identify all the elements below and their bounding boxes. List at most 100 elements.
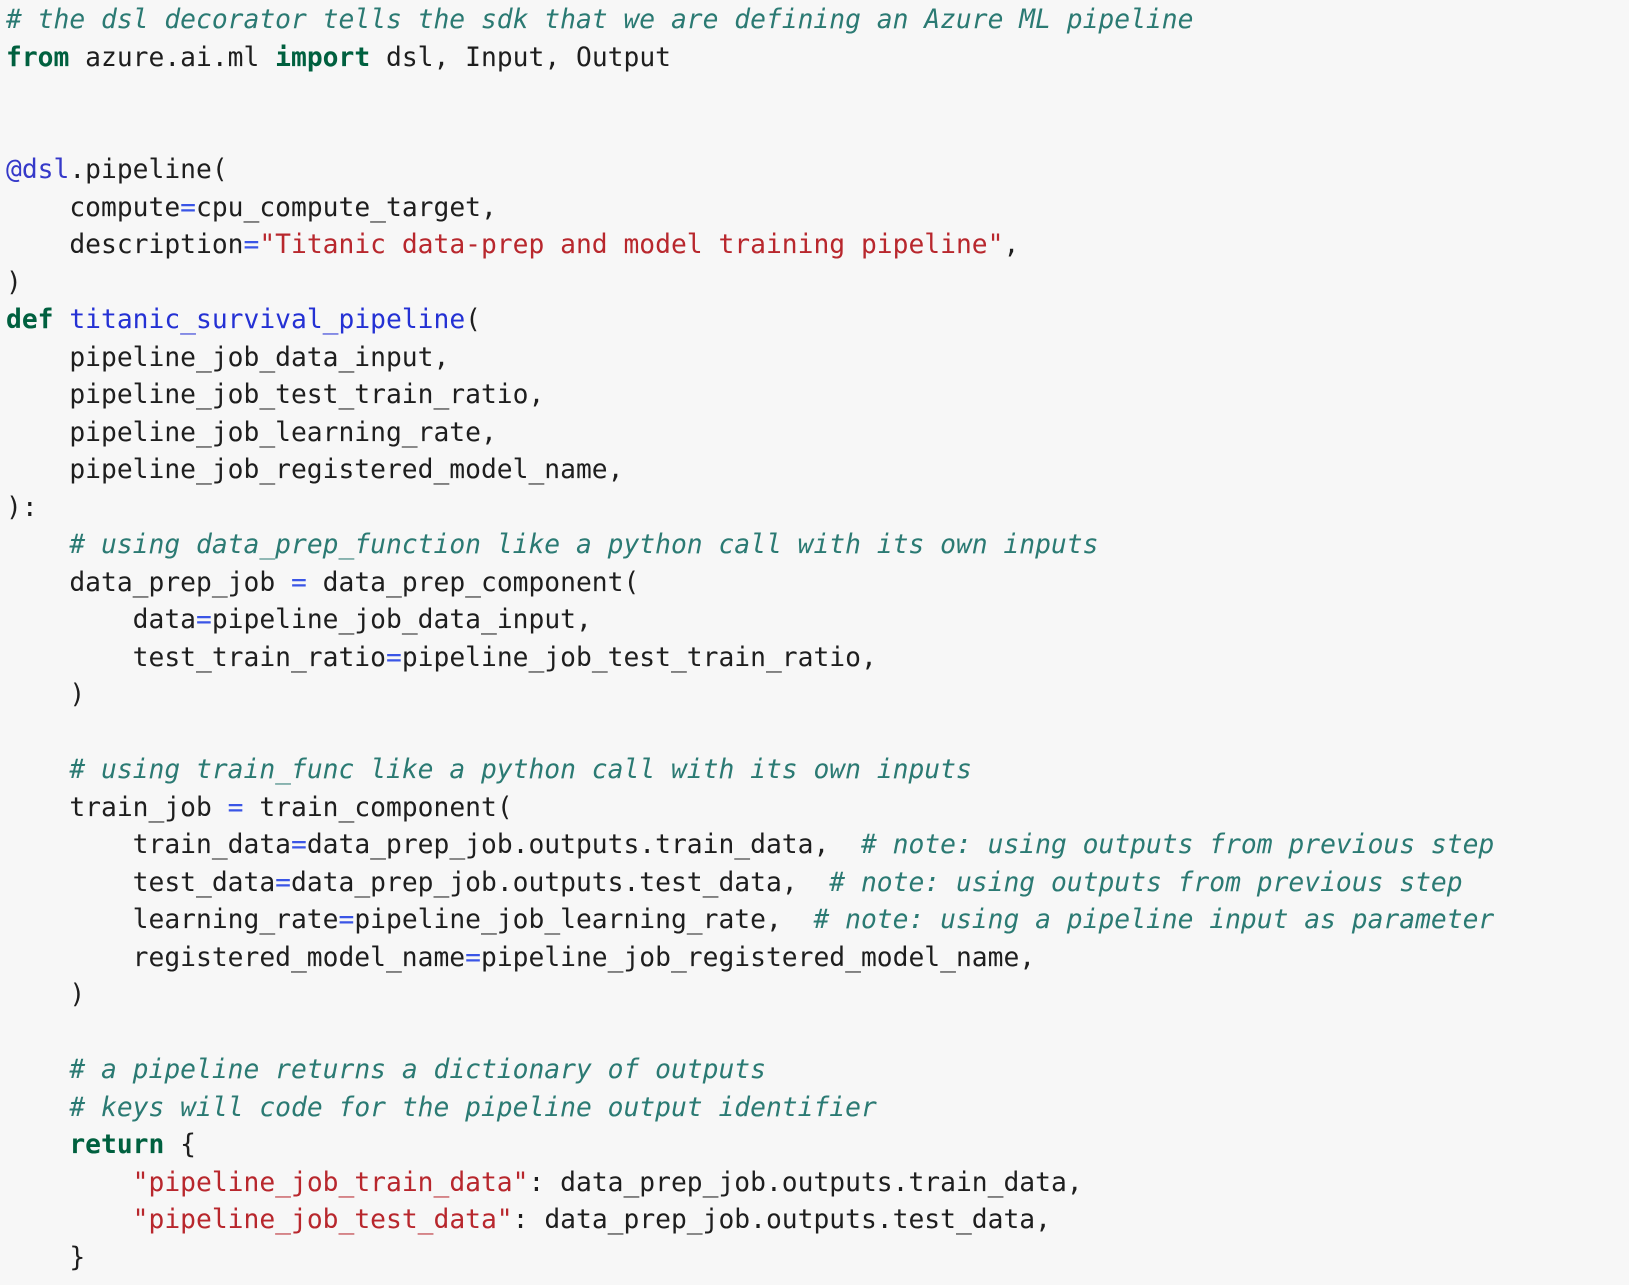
code-string: "pipeline_job_test_data" [132,1205,513,1235]
code-line: @dsl.pipeline( [6,152,1629,190]
code-text: description [6,230,244,260]
code-text: data_prep_job.outputs.train_data, [306,830,861,860]
code-comment: # using data_prep_function like a python… [69,530,1099,560]
code-text: { [164,1130,197,1160]
code-operator: = [196,605,212,635]
code-text: pipeline_job_test_train_ratio, [401,642,877,673]
code-line: "pipeline_job_test_data": data_prep_job.… [6,1202,1629,1240]
code-line: data_prep_job = data_prep_component( [6,565,1629,603]
code-line: pipeline_job_learning_rate, [6,415,1629,453]
code-text: test_data [6,867,276,898]
code-line: from azure.ai.ml import dsl, Input, Outp… [6,40,1629,78]
code-line: # keys will code for the pipeline output… [6,1090,1629,1128]
code-operator: = [338,905,355,935]
code-text: } [6,1242,86,1273]
code-string: "pipeline_job_train_data" [132,1167,529,1198]
code-line: # using data_prep_function like a python… [6,527,1629,565]
code-text: pipeline_job_learning_rate, [354,905,814,935]
code-text: ): [6,492,38,523]
code-line: pipeline_job_registered_model_name, [6,452,1629,490]
code-line: compute=cpu_compute_target, [6,190,1629,228]
code-block: # the dsl decorator tells the sdk that w… [0,0,1629,1277]
code-operator: = [275,867,291,898]
code-line: ) [6,977,1629,1015]
code-text: .pipeline( [69,155,228,185]
code-text: cpu_compute_target, [196,192,497,223]
code-text: dsl, Input, Output [370,42,671,73]
code-line: # a pipeline returns a dictionary of out… [6,1052,1629,1090]
code-line: return { [6,1127,1629,1165]
code-text: data_prep_job [6,567,291,598]
code-line: train_job = train_component( [6,790,1629,828]
code-function-name: titanic_survival_pipeline [69,305,466,335]
code-line: } [6,1240,1629,1278]
code-text: , [1003,230,1020,260]
code-line: train_data=data_prep_job.outputs.train_d… [6,827,1629,865]
code-line: ) [6,677,1629,715]
code-editor: # the dsl decorator tells the sdk that w… [0,0,1629,1285]
code-text: data_prep_job.outputs.test_data, [291,867,830,898]
code-operator: = [385,642,402,673]
code-text: data_prep_component( [306,567,640,598]
code-line: # using train_func like a python call wi… [6,752,1629,790]
code-text: pipeline_job_registered_model_name, [480,942,1036,973]
code-line: ): [6,490,1629,528]
code-comment: # keys will code for the pipeline output… [69,1092,877,1123]
code-operator: = [243,230,260,260]
code-text: ) [6,267,22,298]
code-text: test_train_ratio [6,642,386,673]
code-line: pipeline_job_test_train_ratio, [6,377,1629,415]
code-keyword: def [6,305,54,335]
code-line: learning_rate=pipeline_job_learning_rate… [6,902,1629,940]
code-line: pipeline_job_data_input, [6,340,1629,378]
code-text: ( [465,305,481,335]
code-text: pipeline_job_data_input, [6,342,450,373]
code-text: train_job [6,792,228,823]
code-text: pipeline_job_data_input, [211,605,592,635]
code-text: ) [6,680,86,710]
code-text: learning_rate [6,905,339,935]
code-line: test_train_ratio=pipeline_job_test_train… [6,640,1629,678]
code-text: pipeline_job_registered_model_name, [6,455,624,485]
code-line: description="Titanic data-prep and model… [6,227,1629,265]
code-comment: # note: using a pipeline input as parame… [813,905,1495,935]
code-keyword: return [69,1130,165,1160]
code-text: ) [6,980,86,1010]
code-line: def titanic_survival_pipeline( [6,302,1629,340]
code-keyword: from [6,42,70,73]
code-comment: # a pipeline returns a dictionary of out… [69,1055,766,1085]
code-text: pipeline_job_test_train_ratio, [6,380,545,410]
code-operator: = [180,192,196,223]
code-operator: = [227,792,244,823]
code-line: "pipeline_job_train_data": data_prep_job… [6,1165,1629,1203]
code-keyword: import [275,42,371,73]
code-decorator: @dsl [6,155,70,185]
code-text: : data_prep_job.outputs.test_data, [512,1205,1051,1235]
code-line: data=pipeline_job_data_input, [6,602,1629,640]
code-text: compute [6,192,181,223]
code-comment: # the dsl decorator tells the sdk that w… [6,5,1194,35]
code-operator: = [290,567,307,598]
code-text: train_component( [243,792,513,823]
code-line: registered_model_name=pipeline_job_regis… [6,940,1629,978]
code-comment: # note: using outputs from previous step [860,830,1495,860]
code-text: data [6,605,196,635]
code-string: "Titanic data-prep and model training pi… [259,230,1004,260]
code-comment: # note: using outputs from previous step [829,867,1463,898]
code-comment: # using train_func like a python call wi… [69,755,972,785]
code-text: registered_model_name [6,942,466,973]
code-line: test_data=data_prep_job.outputs.test_dat… [6,865,1629,903]
code-line: ) [6,265,1629,303]
code-operator: = [465,942,481,973]
code-text: train_data [6,830,291,860]
